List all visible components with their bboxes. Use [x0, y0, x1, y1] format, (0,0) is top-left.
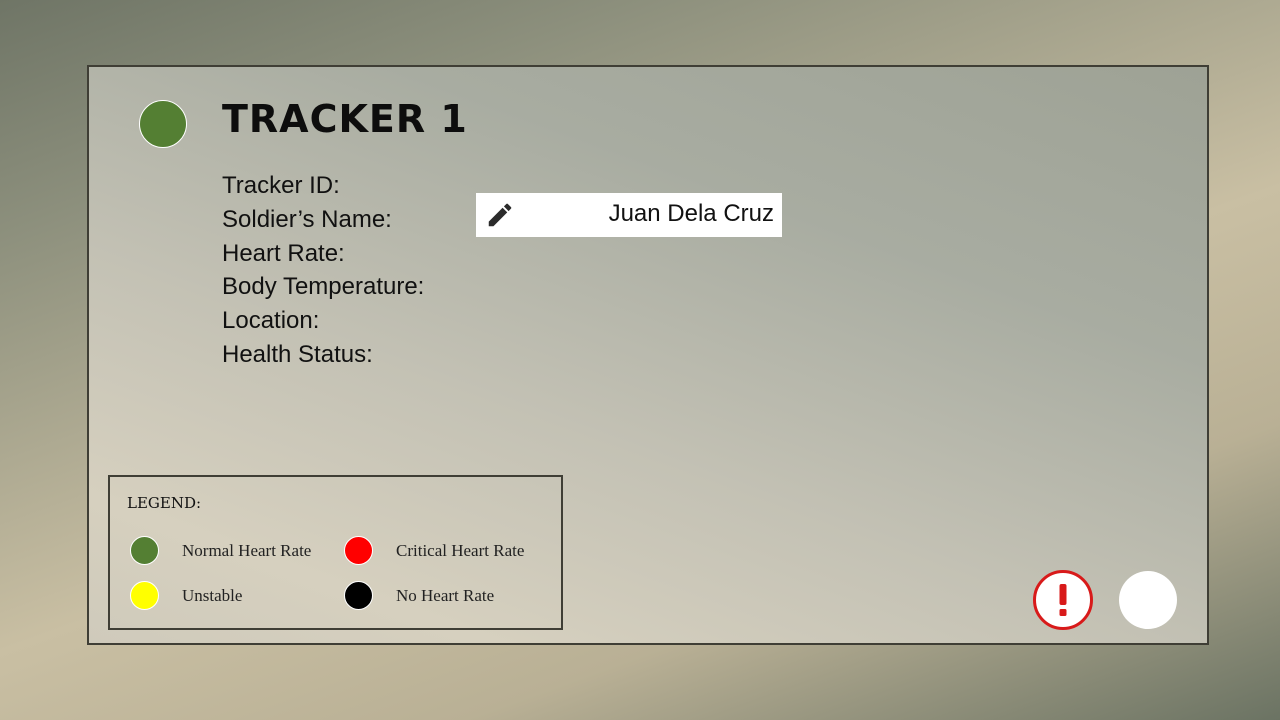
legend-label-normal: Normal Heart Rate: [182, 540, 312, 560]
legend-box: LEGEND: Normal Heart Rate Critical Heart…: [108, 475, 563, 630]
legend-dot-no-heart-rate: [344, 581, 373, 610]
soldier-name-value: Juan Dela Cruz: [608, 200, 774, 227]
field-label-health-status: Health Status:: [222, 340, 373, 368]
legend-dot-normal: [130, 536, 159, 565]
legend-dot-unstable: [130, 581, 159, 610]
legend-item-normal-heart-rate: Normal Heart Rate: [130, 536, 311, 565]
tracker-status-indicator: [139, 100, 187, 148]
legend-dot-critical: [344, 536, 373, 565]
legend-title: LEGEND:: [127, 494, 202, 512]
tracker-field-list: Tracker ID: Soldier’s Name: Heart Rate: …: [222, 169, 424, 372]
legend-label-no-heart-rate: No Heart Rate: [396, 585, 495, 605]
field-label-location: Location:: [222, 307, 320, 335]
action-button[interactable]: [1119, 571, 1177, 629]
tracker-panel: TRACKER 1 Tracker ID: Soldier’s Name: He…: [87, 65, 1209, 645]
alert-button[interactable]: [1033, 570, 1093, 630]
field-label-soldier-name: Soldier’s Name:: [222, 205, 392, 233]
legend-label-critical: Critical Heart Rate: [396, 540, 525, 560]
soldier-name-field[interactable]: Juan Dela Cruz: [476, 193, 782, 237]
legend-item-critical-heart-rate: Critical Heart Rate: [344, 536, 524, 565]
field-label-body-temperature: Body Temperature:: [222, 273, 425, 301]
legend-item-no-heart-rate: No Heart Rate: [344, 581, 494, 610]
exclamation-icon: [1059, 584, 1067, 616]
pencil-icon[interactable]: [484, 200, 516, 230]
tracker-title: TRACKER 1: [222, 97, 468, 141]
legend-item-unstable: Unstable: [130, 581, 242, 610]
legend-label-unstable: Unstable: [182, 585, 243, 605]
field-label-heart-rate: Heart Rate:: [222, 239, 345, 267]
field-label-tracker-id: Tracker ID:: [222, 172, 340, 199]
